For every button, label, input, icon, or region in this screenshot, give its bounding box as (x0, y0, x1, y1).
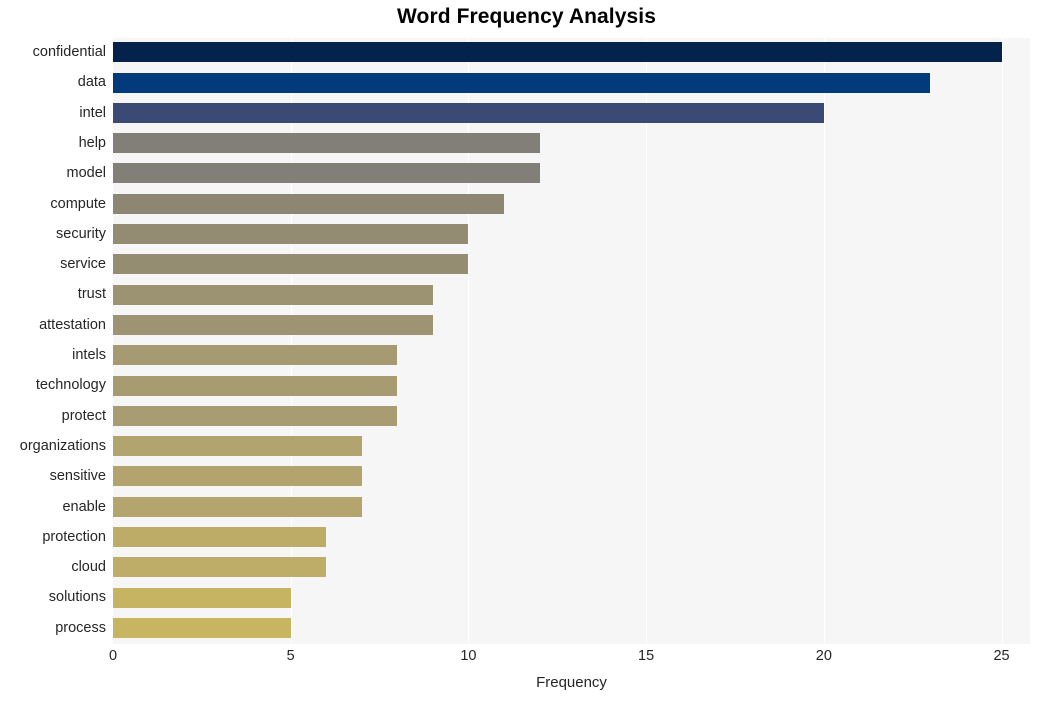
y-tick-label-compute: compute (50, 195, 106, 212)
bar-row (113, 38, 1030, 67)
bar-row (113, 68, 1030, 97)
plot-area (113, 38, 1030, 644)
bar-row (113, 190, 1030, 219)
y-tick-label-intel: intel (79, 104, 106, 121)
bar-trust[interactable] (113, 284, 433, 305)
bar-process[interactable] (113, 617, 291, 638)
bar-row (113, 311, 1030, 340)
bar-row (113, 523, 1030, 552)
bar-row (113, 341, 1030, 370)
y-tick-label-enable: enable (62, 498, 106, 515)
bar-row (113, 402, 1030, 431)
bar-confidential[interactable] (113, 42, 1002, 63)
x-tick-label-0: 0 (108, 648, 118, 664)
bar-row (113, 371, 1030, 400)
x-tick-label-15: 15 (638, 648, 655, 664)
y-tick-label-sensitive: sensitive (49, 468, 106, 485)
y-tick-label-protection: protection (42, 528, 106, 545)
bar-protection[interactable] (113, 527, 327, 548)
bar-row (113, 432, 1030, 461)
y-tick-label-protect: protect (61, 407, 106, 424)
x-axis-tick-labels: 0 5 10 15 20 25 (0, 648, 1053, 670)
bar-row (113, 553, 1030, 582)
bar-row (113, 99, 1030, 128)
y-tick-label-attestation: attestation (39, 316, 106, 333)
x-tick-label-5: 5 (286, 648, 295, 664)
bar-row (113, 250, 1030, 279)
bar-row (113, 159, 1030, 188)
y-tick-label-model: model (66, 165, 107, 182)
bar-row (113, 583, 1030, 612)
chart-title: Word Frequency Analysis (396, 5, 657, 28)
y-tick-label-help: help (78, 134, 106, 151)
bar-protect[interactable] (113, 405, 398, 426)
bar-technology[interactable] (113, 375, 398, 396)
bar-row (113, 462, 1030, 491)
bar-row (113, 129, 1030, 158)
bar-compute[interactable] (113, 193, 504, 214)
y-tick-label-service: service (60, 256, 106, 273)
chart-figure: Word Frequency Analysis confidential data… (0, 0, 1053, 701)
bar-attestation[interactable] (113, 314, 433, 335)
x-tick-label-20: 20 (815, 648, 832, 664)
bar-intel[interactable] (113, 102, 824, 123)
bar-solutions[interactable] (113, 587, 291, 608)
bar-security[interactable] (113, 224, 469, 245)
y-tick-label-security: security (56, 225, 106, 242)
y-tick-label-solutions: solutions (48, 589, 106, 606)
bar-data[interactable] (113, 72, 931, 93)
y-tick-label-data: data (77, 74, 106, 91)
bar-row (113, 280, 1030, 309)
y-axis-tick-labels: confidential data intel help model compute sec… (0, 38, 106, 644)
y-tick-label-cloud: cloud (71, 559, 106, 576)
y-tick-label-confidential: confidential (32, 44, 106, 60)
bar-row (113, 614, 1030, 643)
bar-row (113, 493, 1030, 522)
y-tick-label-process: process (55, 619, 106, 636)
y-tick-label-intels: intels (72, 347, 106, 363)
x-axis-title: Frequency (536, 674, 607, 691)
y-tick-label-organizations: organizations (19, 437, 106, 454)
bar-row (113, 220, 1030, 249)
bar-cloud[interactable] (113, 557, 327, 578)
x-tick-label-10: 10 (460, 648, 477, 664)
bar-organizations[interactable] (113, 436, 362, 457)
x-tick-label-25: 25 (993, 648, 1010, 664)
bar-sensitive[interactable] (113, 466, 362, 487)
y-tick-label-technology: technology (35, 377, 106, 394)
bar-intels[interactable] (113, 345, 398, 366)
bar-service[interactable] (113, 254, 469, 275)
y-tick-label-trust: trust (77, 286, 106, 303)
bar-enable[interactable] (113, 496, 362, 517)
bar-model[interactable] (113, 163, 540, 184)
bar-help[interactable] (113, 133, 540, 154)
